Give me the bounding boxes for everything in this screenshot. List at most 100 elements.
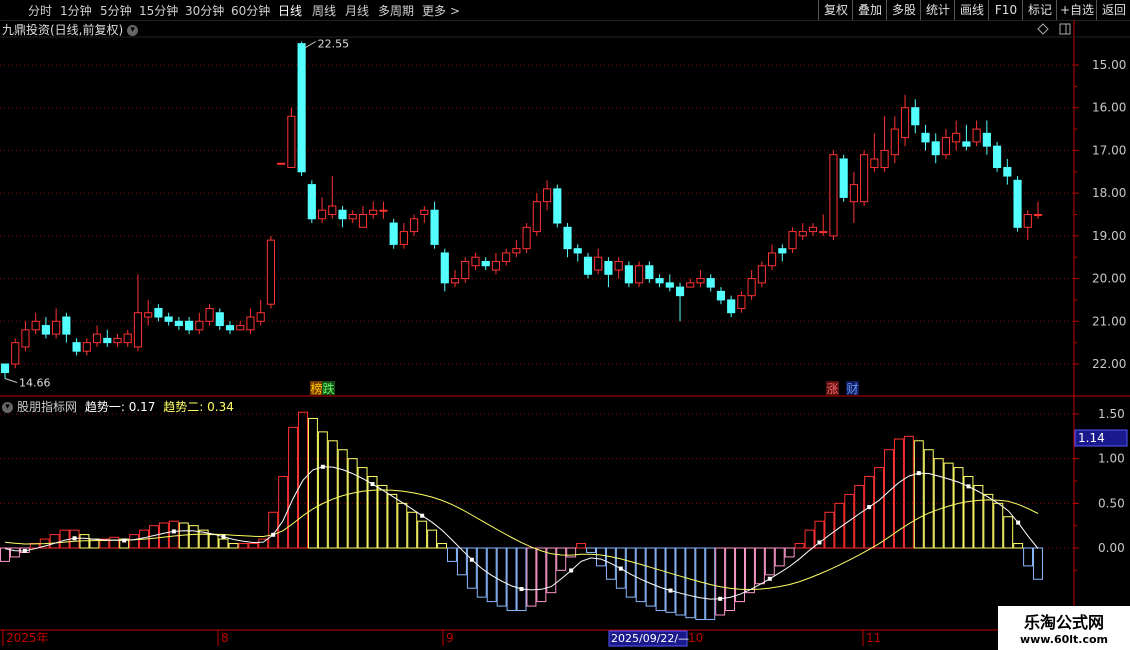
toolbar-action-1[interactable]: 叠加: [852, 0, 887, 20]
histogram-bar: [625, 547, 636, 598]
cursor-value-box: [1074, 429, 1128, 447]
candle-up: [144, 312, 153, 318]
indicator-tick-label: 1.50: [1098, 407, 1125, 421]
period-tab-10[interactable]: 更多 >: [422, 2, 460, 19]
histogram-bar: [526, 547, 537, 607]
candle-up: [113, 337, 122, 344]
x-axis-label: 9: [446, 631, 454, 645]
toolbar-action-6[interactable]: 标记: [1022, 0, 1057, 20]
histogram-bar: [635, 547, 646, 603]
candle-down: [563, 226, 572, 250]
event-badge: 跌: [323, 381, 335, 396]
histogram-bar: [566, 547, 577, 558]
period-tab-0[interactable]: 分时: [28, 2, 52, 19]
line2-value: 0.34: [207, 400, 234, 414]
candle-up: [522, 226, 531, 250]
candle-down: [665, 282, 674, 288]
period-tab-5[interactable]: 60分钟: [231, 2, 270, 19]
candle-down: [297, 43, 306, 173]
period-tab-8[interactable]: 月线: [345, 2, 369, 19]
trend-line-1-marker: [271, 532, 276, 537]
histogram-bar: [675, 547, 686, 616]
histogram-bar: [466, 547, 477, 589]
trend-line-1-marker: [420, 513, 425, 518]
candle-up: [205, 307, 214, 322]
trend-line-1-marker: [569, 568, 574, 573]
candle-up: [287, 115, 296, 169]
trend-line-1-marker: [72, 536, 77, 541]
price-tick-label: 18.00: [1092, 186, 1126, 200]
candle-up: [737, 295, 746, 309]
candle-down: [0, 363, 10, 374]
candle-up: [410, 218, 419, 233]
toolbar-action-7[interactable]: +自选: [1056, 0, 1097, 20]
event-badge-bg: [322, 381, 335, 395]
trend-line-1-marker: [519, 587, 524, 592]
candle-up: [379, 209, 388, 212]
toolbar-action-5[interactable]: F10: [988, 0, 1023, 20]
main-chart-title[interactable]: 九鼎投资(日线,前复权) ▾: [2, 21, 139, 38]
candle-up: [880, 149, 889, 169]
toolbar-action-2[interactable]: 多股: [886, 0, 921, 20]
trend-line-1-marker: [618, 566, 623, 571]
toolbar-action-3[interactable]: 统计: [920, 0, 955, 20]
cursor-date: 2025/09/22/—: [611, 632, 689, 645]
candle-up: [399, 231, 408, 245]
event-badge-bg: [846, 381, 859, 395]
chevron-down-icon[interactable]: ▾: [2, 402, 13, 413]
candle-down: [706, 278, 715, 288]
candle-up: [195, 320, 204, 331]
histogram-bar: [0, 547, 10, 562]
period-tab-2[interactable]: 5分钟: [100, 2, 132, 19]
trend-line-2: [4, 489, 1039, 591]
period-tab-3[interactable]: 15分钟: [139, 2, 178, 19]
histogram-bar: [993, 502, 1004, 549]
period-tab-1[interactable]: 1分钟: [60, 2, 92, 19]
event-badge: 榜: [311, 381, 323, 396]
histogram-bar: [546, 547, 557, 594]
candle-down: [931, 141, 940, 156]
candle-up: [512, 248, 521, 254]
candle-down: [164, 316, 173, 322]
histogram-bar: [605, 547, 616, 580]
price-tick-label: 16.00: [1092, 101, 1126, 115]
candle-up: [328, 205, 337, 215]
candle-up: [1023, 214, 1032, 228]
price-tick-label: 19.00: [1092, 229, 1126, 243]
watermark-url: www.60lt.com: [1019, 633, 1109, 646]
line1-label: 趋势一:: [84, 400, 125, 414]
candle-up: [808, 226, 818, 233]
event-badge-bg: [826, 381, 839, 395]
price-tick-label: 17.00: [1092, 143, 1126, 157]
high-price-label: 22.55: [318, 38, 350, 51]
toolbar-action-4[interactable]: 画线: [954, 0, 989, 20]
candle-up: [358, 214, 368, 228]
histogram-bar: [655, 547, 666, 612]
chart-canvas[interactable]: 22.00 21.00 20.00 19.00 18.00 17.00 16.00 15.00…: [0, 0, 1130, 650]
candle-up: [532, 201, 541, 233]
period-tab-7[interactable]: 周线: [312, 2, 336, 19]
histogram-bar: [943, 462, 954, 549]
candle-up: [236, 325, 245, 331]
histogram-bar: [595, 547, 606, 567]
candle-up: [461, 260, 470, 280]
histogram-bar: [208, 534, 219, 549]
toolbar-action-0[interactable]: 复权: [818, 0, 853, 20]
candle-up: [747, 278, 756, 297]
histogram-bar: [953, 467, 964, 549]
trend-line-1-marker: [171, 529, 176, 534]
histogram-bar: [377, 484, 388, 549]
period-tab-6[interactable]: 日线: [278, 2, 302, 19]
period-tab-9[interactable]: 多周期: [378, 2, 414, 19]
histogram-bar: [476, 547, 487, 598]
chevron-down-icon[interactable]: ▾: [127, 25, 139, 36]
candle-down: [727, 299, 736, 314]
toolbar-action-8[interactable]: 返回: [1096, 0, 1130, 20]
candle-down: [1003, 167, 1012, 177]
histogram-bar: [228, 543, 239, 549]
period-tab-4[interactable]: 30分钟: [185, 2, 224, 19]
histogram-bar: [99, 538, 110, 549]
trend-line-1-marker: [817, 540, 822, 545]
histogram-bar: [705, 547, 716, 620]
price-tick-label: 22.00: [1092, 357, 1126, 371]
